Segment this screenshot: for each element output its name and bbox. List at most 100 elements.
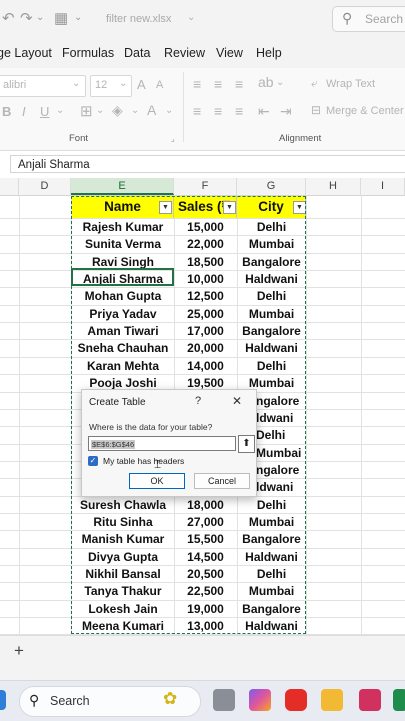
table-cell-name[interactable]: Lokesh Jain xyxy=(72,601,174,618)
menu-page-layout[interactable]: ge Layout xyxy=(0,46,52,60)
table-cell-sales[interactable]: 15,500 xyxy=(174,531,237,548)
wrap-text-button[interactable]: Wrap Text xyxy=(326,78,375,90)
menu-view[interactable]: View xyxy=(216,46,243,60)
store-icon[interactable] xyxy=(359,689,381,711)
menu-data[interactable]: Data xyxy=(124,46,150,60)
table-cell-city[interactable]: Bangalore xyxy=(237,531,306,548)
headers-checkbox[interactable]: ✓ xyxy=(88,456,98,466)
table-cell-name[interactable]: Ravi Singh xyxy=(72,254,174,271)
table-cell-city[interactable]: Haldwani xyxy=(237,618,306,635)
align-middle-icon[interactable]: ≡ xyxy=(214,76,222,92)
table-cell-name[interactable]: Sneha Chauhan xyxy=(72,340,174,357)
orientation-icon[interactable]: ab xyxy=(258,74,274,90)
table-cell-name[interactable]: Mohan Gupta xyxy=(72,288,174,305)
fill-color-icon[interactable]: ◈ xyxy=(112,102,123,119)
taskbar-search[interactable]: ⚲ Search ✿ xyxy=(19,686,201,717)
table-cell-sales[interactable]: 18,500 xyxy=(174,254,237,271)
table-cell-city[interactable]: Delhi xyxy=(237,566,306,583)
table-cell-sales[interactable]: 14,500 xyxy=(174,549,237,566)
start-icon[interactable] xyxy=(0,690,6,710)
table-cell-city[interactable]: Delhi xyxy=(237,219,306,236)
table-cell-sales[interactable]: 10,000 xyxy=(174,271,237,288)
menu-help[interactable]: Help xyxy=(256,46,282,60)
close-icon[interactable]: ✕ xyxy=(232,394,242,408)
table-cell-city[interactable]: Bangalore xyxy=(237,254,306,271)
table-cell-name[interactable]: Aman Tiwari xyxy=(72,323,174,340)
menu-review[interactable]: Review xyxy=(164,46,205,60)
font-name-select[interactable]: alibri ⌄ xyxy=(0,75,86,97)
increase-font-icon[interactable]: A xyxy=(137,77,146,92)
table-range-input[interactable]: $E$6:$G$46 xyxy=(88,436,236,451)
column-header-i[interactable]: I xyxy=(361,178,405,195)
youtube-icon[interactable] xyxy=(285,689,307,711)
table-cell-city[interactable]: Haldwani xyxy=(237,549,306,566)
table-cell-name[interactable]: Suresh Chawla xyxy=(72,497,174,514)
filter-dropdown-icon[interactable]: ▼ xyxy=(223,201,236,214)
filter-dropdown-icon[interactable]: ▼ xyxy=(159,201,172,214)
column-header-f[interactable]: F xyxy=(174,178,237,195)
chevron-down-icon[interactable]: ⌄ xyxy=(131,105,139,116)
table-cell-sales[interactable]: 12,500 xyxy=(174,288,237,305)
table-cell-name[interactable]: Priya Yadav xyxy=(72,306,174,323)
quick-access-icon[interactable]: ▦ xyxy=(54,9,68,27)
customize-toolbar-icon[interactable]: ⌄ xyxy=(74,12,82,23)
column-header-d[interactable]: D xyxy=(19,178,71,195)
table-cell-city[interactable]: Bangalore xyxy=(237,601,306,618)
table-cell-name[interactable]: Manish Kumar xyxy=(72,531,174,548)
chevron-down-icon[interactable]: ⌄ xyxy=(165,105,173,116)
decrease-font-icon[interactable]: A xyxy=(156,79,163,91)
task-view-icon[interactable] xyxy=(213,689,235,711)
table-cell-city[interactable]: Mumbai xyxy=(237,514,306,531)
table-cell-city[interactable]: Delhi xyxy=(237,358,306,375)
align-top-icon[interactable]: ≡ xyxy=(193,76,201,92)
redo-dropdown-icon[interactable]: ⌄ xyxy=(36,12,44,23)
italic-icon[interactable]: I xyxy=(22,104,26,119)
redo-icon[interactable]: ↷ xyxy=(20,9,33,27)
header-cell-sales[interactable]: Sales (₹ ▼ xyxy=(174,196,237,218)
chevron-down-icon[interactable]: ⌄ xyxy=(96,105,104,116)
header-cell-name[interactable]: Name ▼ xyxy=(72,196,174,218)
table-cell-name[interactable]: Karan Mehta xyxy=(72,358,174,375)
chevron-down-icon[interactable]: ⌄ xyxy=(56,105,64,116)
table-cell-sales[interactable]: 25,000 xyxy=(174,306,237,323)
ok-button[interactable]: OK xyxy=(129,473,185,489)
file-explorer-icon[interactable] xyxy=(321,689,343,711)
table-cell-sales[interactable]: 19,000 xyxy=(174,601,237,618)
table-cell-name[interactable]: Tanya Thakur xyxy=(72,583,174,600)
table-cell-sales[interactable]: 14,000 xyxy=(174,358,237,375)
align-bottom-icon[interactable]: ≡ xyxy=(235,76,243,92)
headers-checkbox-label[interactable]: My table has headers xyxy=(103,456,184,466)
table-cell-city[interactable]: Haldwani xyxy=(237,271,306,288)
table-cell-city[interactable]: Delhi xyxy=(237,497,306,514)
table-cell-name[interactable]: Nikhil Bansal xyxy=(72,566,174,583)
column-header-g[interactable]: G xyxy=(237,178,306,195)
cancel-button[interactable]: Cancel xyxy=(194,473,250,489)
bold-icon[interactable]: B xyxy=(2,104,11,119)
font-color-icon[interactable]: A xyxy=(147,102,156,118)
filename-dropdown-icon[interactable]: ⌄ xyxy=(187,12,195,23)
table-cell-sales[interactable]: 15,000 xyxy=(174,219,237,236)
filter-dropdown-icon[interactable]: ▼ xyxy=(293,201,305,214)
table-cell-name[interactable]: Meena Kumari xyxy=(72,618,174,635)
formula-input[interactable]: Anjali Sharma xyxy=(10,155,405,173)
column-header-corner[interactable] xyxy=(0,178,19,195)
table-cell-name[interactable]: Divya Gupta xyxy=(72,549,174,566)
table-cell-name[interactable]: Sunita Verma xyxy=(72,236,174,253)
font-dialog-launcher-icon[interactable]: ⌟ xyxy=(171,134,175,143)
align-right-icon[interactable]: ≡ xyxy=(235,103,243,119)
table-cell-sales[interactable]: 18,000 xyxy=(174,497,237,514)
align-center-icon[interactable]: ≡ xyxy=(214,103,222,119)
table-cell-sales[interactable]: 22,000 xyxy=(174,236,237,253)
table-cell-name[interactable]: Anjali Sharma xyxy=(72,271,174,288)
table-cell-sales[interactable]: 20,000 xyxy=(174,340,237,357)
table-cell-city[interactable]: Haldwani xyxy=(237,340,306,357)
borders-icon[interactable]: ⊞ xyxy=(80,102,93,120)
table-cell-city[interactable]: Bangalore xyxy=(237,323,306,340)
table-cell-city[interactable]: Mumbai xyxy=(237,583,306,600)
table-cell-sales[interactable]: 22,500 xyxy=(174,583,237,600)
font-size-select[interactable]: 12 ⌄ xyxy=(90,75,132,97)
chevron-down-icon[interactable]: ⌄ xyxy=(276,77,284,88)
merge-center-button[interactable]: Merge & Center xyxy=(326,105,404,117)
excel-taskbar-icon[interactable] xyxy=(393,689,405,711)
collapse-dialog-icon[interactable]: ⬆ xyxy=(238,435,255,453)
